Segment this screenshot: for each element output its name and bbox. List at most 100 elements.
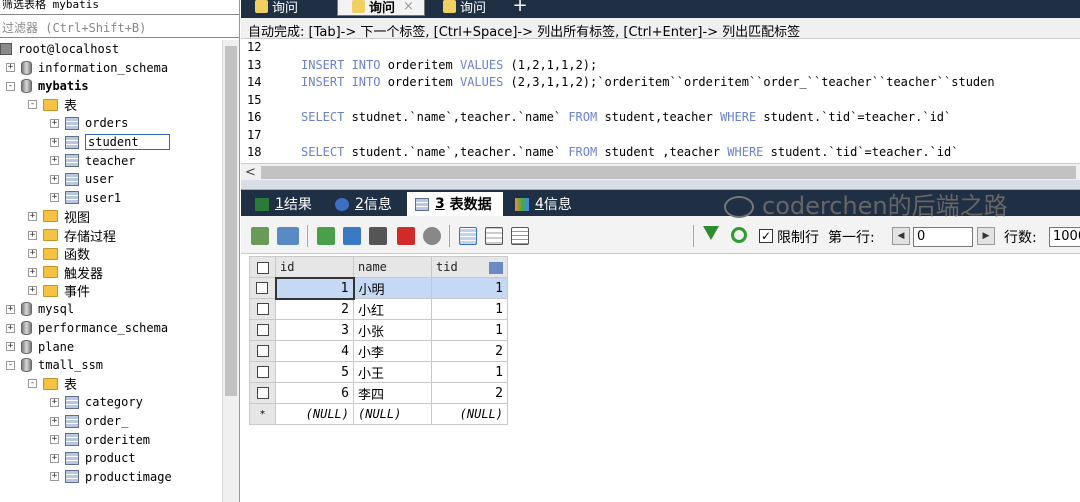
tree-node[interactable]: + teacher xyxy=(50,152,136,170)
row-checkbox[interactable] xyxy=(256,345,269,357)
row-checkbox-cell[interactable] xyxy=(249,361,276,383)
cell-name[interactable]: 小红 xyxy=(353,298,432,320)
row-checkbox-cell[interactable] xyxy=(249,319,276,341)
cell-tid[interactable]: 1 xyxy=(431,298,508,320)
expand-icon[interactable]: + xyxy=(6,63,15,73)
cell-tid[interactable]: 2 xyxy=(431,382,508,404)
tree-node[interactable]: + 函数 xyxy=(28,245,90,263)
expand-icon[interactable]: + xyxy=(28,249,37,259)
cell-id[interactable]: 5 xyxy=(275,361,354,383)
row-checkbox[interactable] xyxy=(256,387,269,399)
tab-query-1[interactable]: 询问 xyxy=(241,0,333,16)
tree-node[interactable]: + product xyxy=(50,449,136,467)
expand-icon[interactable]: + xyxy=(6,304,15,314)
expand-icon[interactable]: + xyxy=(6,342,15,352)
tree-node[interactable]: -表 xyxy=(28,375,77,393)
filter-icon[interactable] xyxy=(703,226,719,240)
code-line[interactable]: 14 INSERT INTO orderitem VALUES (2,3,1,1,… xyxy=(241,74,995,90)
row-checkbox[interactable] xyxy=(256,366,269,378)
first-row-input[interactable]: 0 xyxy=(913,227,973,247)
new-row[interactable]: * (NULL) (NULL) (NULL) xyxy=(249,403,508,425)
code-line[interactable]: 15 xyxy=(241,92,301,108)
tree-node[interactable]: + orders xyxy=(50,114,128,132)
tree-node[interactable]: + order_ xyxy=(50,412,128,430)
insert-row-icon[interactable] xyxy=(317,227,335,245)
tab-table-data[interactable]: 3 表数据 xyxy=(407,192,503,216)
tree-node[interactable]: + performance_schema xyxy=(6,319,168,337)
column-header-tid[interactable]: tid xyxy=(431,256,508,278)
tab-result[interactable]: 1 结果 xyxy=(247,192,321,216)
import-dropdown-icon[interactable] xyxy=(277,227,299,245)
row-checkbox-cell[interactable] xyxy=(249,340,276,362)
tree-node[interactable]: + 事件 xyxy=(28,282,90,300)
cell-id[interactable]: 3 xyxy=(275,319,354,341)
table-row[interactable]: 4 小李 2 xyxy=(249,340,508,362)
tree-node[interactable]: + user1 xyxy=(50,189,121,207)
new-tab-button[interactable]: + xyxy=(509,0,531,15)
tree-node[interactable]: root@localhost xyxy=(0,40,119,58)
text-view-icon[interactable] xyxy=(511,227,529,245)
cell-tid[interactable]: 1 xyxy=(431,277,508,299)
close-tab-icon[interactable]: × xyxy=(403,0,414,14)
cell-name[interactable]: 李四 xyxy=(353,382,432,404)
row-checkbox-cell[interactable] xyxy=(249,277,276,299)
tree-node[interactable]: + mysql xyxy=(6,300,74,318)
cancel-changes-icon[interactable] xyxy=(423,227,441,245)
scrollbar-thumb[interactable] xyxy=(225,46,237,396)
tree-node[interactable]: - tmall_ssm xyxy=(6,356,103,374)
row-checkbox[interactable] xyxy=(256,303,269,315)
cell-tid[interactable]: 1 xyxy=(431,319,508,341)
code-line[interactable]: 16 SELECT studnet.`name`,teacher.`name` F… xyxy=(241,109,951,125)
cell-id[interactable]: 4 xyxy=(275,340,354,362)
column-header-id[interactable]: id xyxy=(275,256,354,278)
tree-node[interactable]: + productimage xyxy=(50,468,172,486)
cell-name[interactable]: 小王 xyxy=(353,361,432,383)
code-line[interactable]: 12 xyxy=(241,39,301,55)
export-icon[interactable] xyxy=(251,227,269,245)
tree-node[interactable]: + student xyxy=(50,133,170,151)
grid-view-icon[interactable] xyxy=(459,227,477,245)
save-icon[interactable] xyxy=(369,227,387,245)
table-row[interactable]: 2 小红 1 xyxy=(249,298,508,320)
cell-name[interactable]: 小张 xyxy=(353,319,432,341)
cell-id[interactable]: 6 xyxy=(275,382,354,404)
tree-node[interactable]: + category xyxy=(50,393,143,411)
tree-node[interactable]: - mybatis xyxy=(6,77,89,95)
tab-messages[interactable]: 2 信息 xyxy=(327,192,401,216)
sql-editor[interactable]: 12 13 INSERT INTO orderitem VALUES (1,2,1,… xyxy=(241,39,1080,163)
tree-node[interactable]: + orderitem xyxy=(50,431,150,449)
tab-info[interactable]: 4 信息 xyxy=(507,192,579,216)
cell-tid[interactable]: 1 xyxy=(431,361,508,383)
expand-icon[interactable]: + xyxy=(50,156,59,166)
code-line[interactable]: 18 SELECT student.`name`,teacher.`name` F… xyxy=(241,144,958,160)
table-row[interactable]: 6 李四 2 xyxy=(249,382,508,404)
rows-input[interactable]: 1000 xyxy=(1049,227,1080,247)
cell-id[interactable]: 1 xyxy=(274,276,355,300)
cell-name[interactable]: 小李 xyxy=(353,340,432,362)
expand-icon[interactable]: + xyxy=(50,435,59,445)
collapse-icon[interactable]: - xyxy=(6,81,15,91)
table-row[interactable]: 5 小王 1 xyxy=(249,361,508,383)
checkbox[interactable] xyxy=(256,261,269,274)
expand-icon[interactable]: + xyxy=(28,230,37,240)
code-line[interactable]: 13 INSERT INTO orderitem VALUES (1,2,1,1,… xyxy=(241,57,597,73)
row-checkbox[interactable] xyxy=(256,282,269,294)
table-row[interactable]: 1 小明 1 xyxy=(249,276,508,300)
scroll-left-arrow-icon[interactable]: < xyxy=(245,164,256,181)
expand-icon[interactable]: + xyxy=(50,397,59,407)
cell-tid[interactable]: (NULL) xyxy=(431,403,508,425)
table-filter-input[interactable]: 过滤器 (Ctrl+Shift+B) xyxy=(0,14,239,38)
cell-id[interactable]: (NULL) xyxy=(275,403,354,425)
cell-name[interactable]: (NULL) xyxy=(353,403,432,425)
expand-icon[interactable]: + xyxy=(50,137,59,147)
tab-query-2[interactable]: 询问 × xyxy=(337,0,425,16)
tree-node[interactable]: + 存储过程 xyxy=(28,226,116,245)
tree-node[interactable]: + 视图 xyxy=(28,207,90,226)
cell-tid[interactable]: 2 xyxy=(431,340,508,362)
tree-node[interactable]: + information_schema xyxy=(6,59,168,77)
code-line[interactable]: 17 xyxy=(241,127,301,143)
collapse-icon[interactable]: - xyxy=(6,360,15,370)
column-header-name[interactable]: name xyxy=(353,256,432,278)
prev-page-button[interactable]: ◀ xyxy=(892,227,910,245)
expand-icon[interactable]: + xyxy=(28,211,37,221)
